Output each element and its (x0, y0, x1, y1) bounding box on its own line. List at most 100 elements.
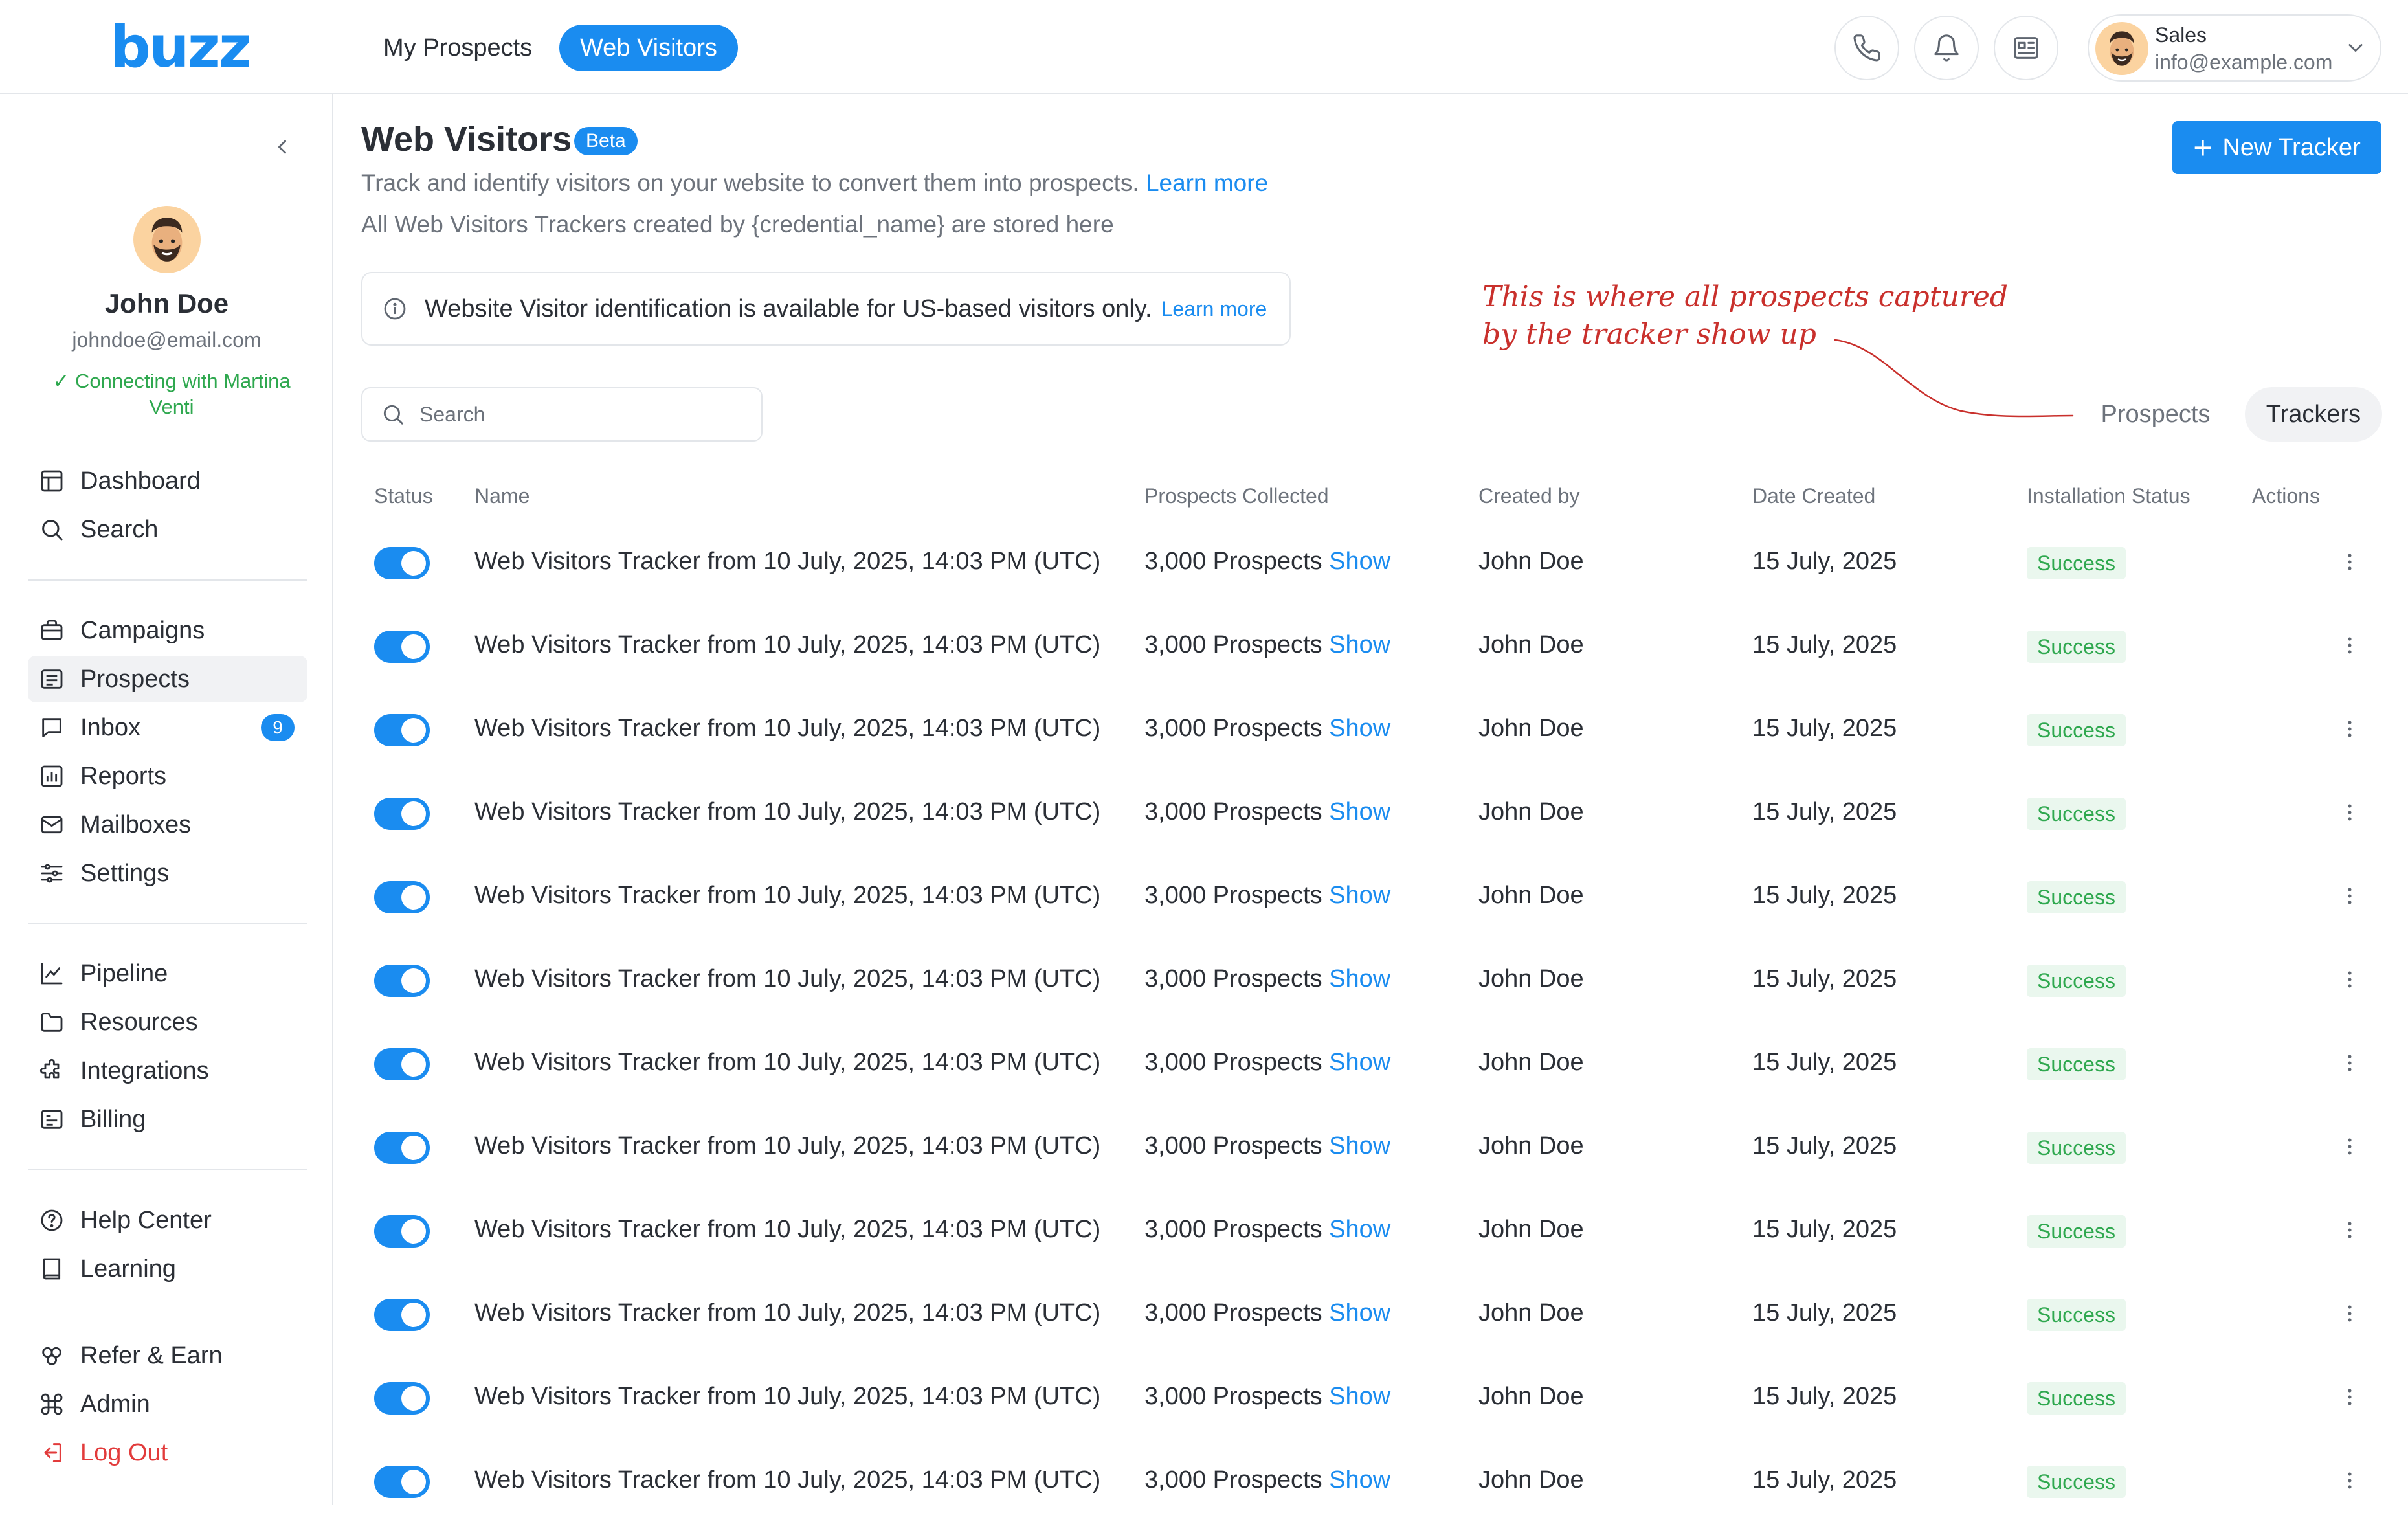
sidebar-item-campaigns[interactable]: Campaigns (28, 607, 307, 654)
sidebar-item-settings[interactable]: Settings (28, 850, 307, 897)
tracker-name: Web Visitors Tracker from 10 July, 2025,… (474, 882, 1101, 909)
newspaper-icon (2014, 37, 2038, 59)
installation-status-badge: Success (2027, 714, 2126, 746)
sidebar-item-billing[interactable]: Billing (28, 1096, 307, 1143)
status-toggle[interactable] (374, 547, 430, 579)
show-prospects-link[interactable]: Show (1329, 965, 1390, 992)
more-actions-icon[interactable] (2339, 718, 2361, 740)
bell-icon (1934, 34, 1959, 62)
top-bar: buzz My Prospects Web Visitors Sales inf… (0, 0, 2408, 94)
tracker-name: Web Visitors Tracker from 10 July, 2025,… (474, 715, 1101, 742)
show-prospects-link[interactable]: Show (1329, 1466, 1390, 1494)
table-row: Web Visitors Tracker from 10 July, 2025,… (361, 687, 2382, 770)
billing-icon (41, 1110, 63, 1129)
news-button[interactable] (1994, 16, 2058, 80)
notifications-button[interactable] (1914, 16, 1979, 80)
status-toggle[interactable] (374, 1299, 430, 1331)
sidebar-item-resources[interactable]: Resources (28, 999, 307, 1046)
new-tracker-button[interactable]: + New Tracker (2172, 121, 2381, 174)
more-actions-icon[interactable] (2339, 1052, 2361, 1074)
sidebar-item-mailboxes[interactable]: Mailboxes (28, 801, 307, 848)
date-created: 15 July, 2025 (1752, 715, 1897, 742)
profile-email: johndoe@email.com (72, 328, 262, 352)
learn-more-link[interactable]: Learn more (1146, 170, 1268, 196)
more-actions-icon[interactable] (2339, 634, 2361, 656)
gift-icon (42, 1347, 61, 1365)
sidebar-item-pipeline[interactable]: Pipeline (28, 950, 307, 997)
user-email: info@example.com (2155, 50, 2333, 74)
show-prospects-link[interactable]: Show (1329, 548, 1390, 575)
sidebar-item-dashboard[interactable]: Dashboard (28, 458, 307, 504)
date-created: 15 July, 2025 (1752, 882, 1897, 909)
more-actions-icon[interactable] (2339, 1470, 2361, 1492)
prospects-count: 3,000 Prospects (1144, 1466, 1322, 1494)
profile-avatar (133, 206, 201, 273)
sidebar-item-search[interactable]: Search (28, 506, 307, 553)
show-prospects-link[interactable]: Show (1329, 882, 1390, 909)
table-row: Web Visitors Tracker from 10 July, 2025,… (361, 854, 2382, 937)
tab-trackers[interactable]: Trackers (2245, 387, 2382, 442)
status-toggle[interactable] (374, 1382, 430, 1415)
status-toggle[interactable] (374, 1132, 430, 1164)
book-icon (43, 1258, 61, 1280)
prospects-collected: 3,000 Prospects Show (1144, 687, 1390, 770)
more-actions-icon[interactable] (2339, 801, 2361, 823)
sidebar-item-refer-earn[interactable]: Refer & Earn (28, 1332, 307, 1379)
status-toggle[interactable] (374, 1048, 430, 1080)
status-toggle[interactable] (374, 714, 430, 746)
show-prospects-link[interactable]: Show (1329, 1216, 1390, 1243)
tab-web-visitors[interactable]: Web Visitors (559, 25, 738, 71)
created-by: John Doe (1478, 1216, 1584, 1243)
buzz-logo[interactable]: buzz (110, 18, 252, 76)
sidebar-divider (28, 923, 307, 924)
tracker-name: Web Visitors Tracker from 10 July, 2025,… (474, 548, 1101, 575)
show-prospects-link[interactable]: Show (1329, 1383, 1390, 1410)
sidebar-item-learning[interactable]: Learning (28, 1246, 307, 1292)
search-field[interactable] (361, 387, 763, 442)
sidebar-item-label: Integrations (80, 1057, 209, 1084)
more-actions-icon[interactable] (2339, 1303, 2361, 1325)
created-by: John Doe (1478, 965, 1584, 992)
show-prospects-link[interactable]: Show (1329, 1049, 1390, 1076)
sidebar-item-help-center[interactable]: Help Center (28, 1197, 307, 1244)
more-actions-icon[interactable] (2339, 885, 2361, 907)
status-toggle[interactable] (374, 881, 430, 913)
sidebar-item-admin[interactable]: Admin (28, 1381, 307, 1427)
collapse-sidebar-icon[interactable] (271, 135, 294, 159)
status-toggle[interactable] (374, 1215, 430, 1248)
show-prospects-link[interactable]: Show (1329, 1132, 1390, 1159)
tab-prospects[interactable]: Prospects (2084, 387, 2227, 442)
prospects-count: 3,000 Prospects (1144, 1299, 1322, 1326)
more-actions-icon[interactable] (2339, 968, 2361, 990)
user-menu[interactable]: Sales info@example.com (2088, 14, 2381, 82)
sidebar-item-reports[interactable]: Reports (28, 753, 307, 800)
more-actions-icon[interactable] (2339, 551, 2361, 573)
more-actions-icon[interactable] (2339, 1386, 2361, 1408)
status-toggle[interactable] (374, 1466, 430, 1498)
tab-my-prospects[interactable]: My Prospects (362, 25, 553, 71)
sidebar-item-log-out[interactable]: Log Out (28, 1429, 307, 1476)
more-actions-icon[interactable] (2339, 1219, 2361, 1241)
status-toggle[interactable] (374, 631, 430, 663)
installation-status-badge: Success (2027, 547, 2126, 579)
show-prospects-link[interactable]: Show (1329, 715, 1390, 742)
sidebar-item-inbox[interactable]: Inbox 9 (28, 704, 307, 751)
show-prospects-link[interactable]: Show (1329, 631, 1390, 658)
date-created: 15 July, 2025 (1752, 1466, 1897, 1494)
tracker-name: Web Visitors Tracker from 10 July, 2025,… (474, 1049, 1101, 1076)
show-prospects-link[interactable]: Show (1329, 1299, 1390, 1326)
check-icon: ✓ (52, 370, 76, 392)
show-prospects-link[interactable]: Show (1329, 798, 1390, 825)
search-input[interactable] (419, 402, 730, 427)
installation-status-badge: Success (2027, 1132, 2126, 1164)
notice-learn-more-link[interactable]: Learn more (1161, 297, 1267, 321)
status-toggle[interactable] (374, 798, 430, 830)
status-toggle[interactable] (374, 965, 430, 997)
sidebar-item-prospects[interactable]: Prospects (28, 656, 307, 702)
new-tracker-label: New Tracker (2222, 133, 2361, 161)
more-actions-icon[interactable] (2339, 1136, 2361, 1158)
beta-badge: Beta (574, 127, 638, 155)
phone-button[interactable] (1834, 16, 1899, 80)
prospects-collected: 3,000 Prospects Show (1144, 1355, 1390, 1438)
sidebar-item-integrations[interactable]: Integrations (28, 1047, 307, 1094)
